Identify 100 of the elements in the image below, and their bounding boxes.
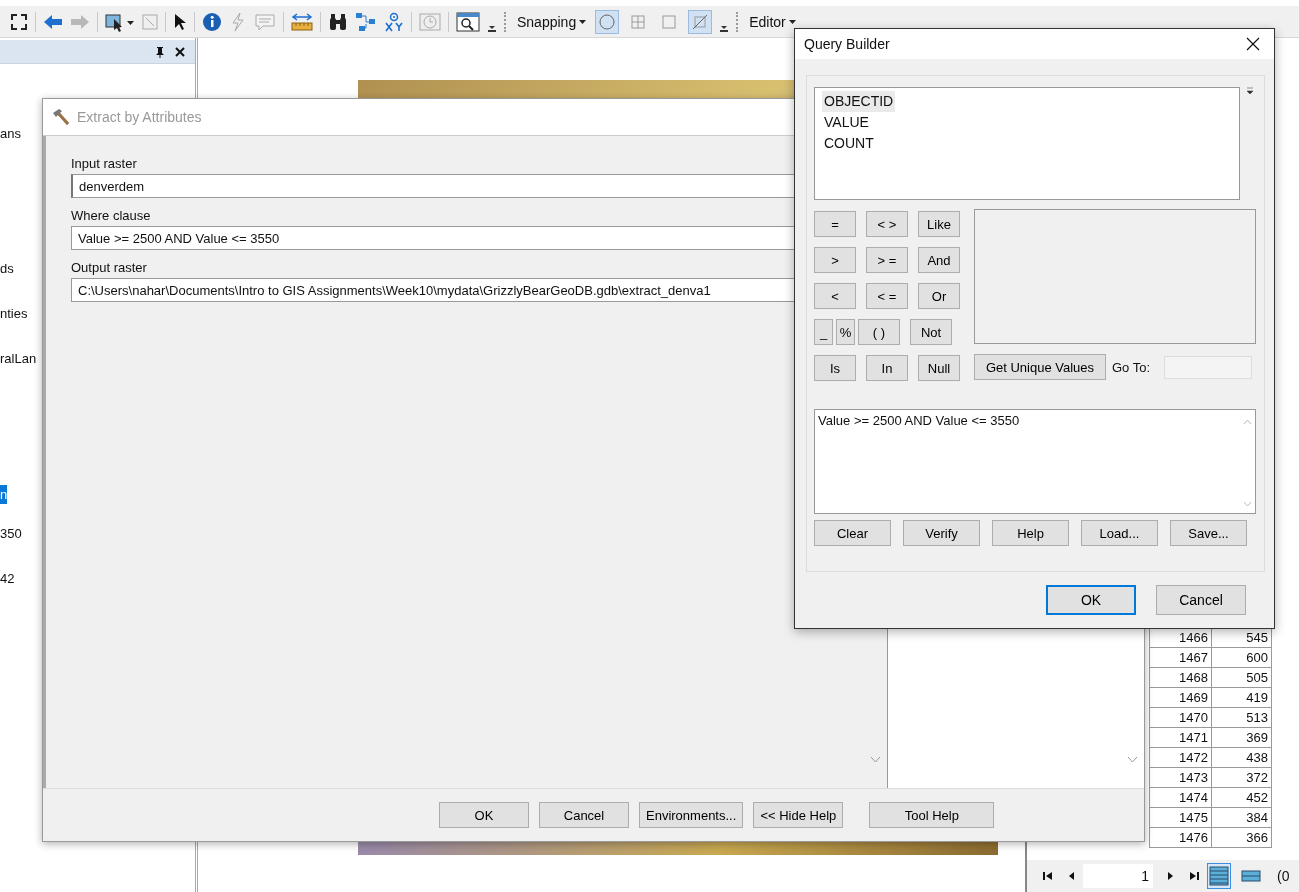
go-to-xy-icon[interactable]	[384, 11, 404, 32]
table-cell: 1470	[1150, 708, 1212, 728]
close-icon[interactable]	[175, 46, 185, 57]
scroll-up-icon	[1242, 419, 1252, 425]
measure-icon[interactable]	[291, 11, 313, 32]
query-action-button[interactable]: Clear	[814, 520, 891, 546]
pin-icon[interactable]	[155, 45, 165, 58]
edge-snap-icon	[691, 12, 710, 31]
operator-button[interactable]: Is	[814, 355, 856, 381]
snapping-dropdown[interactable]: Snapping	[515, 11, 589, 32]
table-cell: 1476	[1150, 828, 1212, 848]
ok-button[interactable]: OK	[1046, 585, 1136, 615]
caret-icon	[788, 19, 796, 24]
last-record-icon[interactable]	[1189, 871, 1199, 881]
field-list-item[interactable]: VALUE	[822, 112, 871, 133]
table-cell: 369	[1212, 728, 1272, 748]
table-cell: 600	[1212, 648, 1272, 668]
table-cell: 438	[1212, 748, 1272, 768]
binoculars-icon[interactable]	[328, 12, 348, 31]
pointer-icon[interactable]	[173, 12, 187, 31]
table-cell: 1475	[1150, 808, 1212, 828]
operator-button[interactable]: ( )	[858, 319, 900, 345]
operator-button[interactable]: < =	[866, 283, 908, 309]
layer-name[interactable]: nties	[0, 305, 28, 322]
query-action-button[interactable]: Verify	[903, 520, 980, 546]
operator-button[interactable]: Like	[918, 211, 960, 237]
select-features-icon[interactable]	[105, 11, 135, 32]
first-record-icon[interactable]	[1043, 871, 1053, 881]
network-icon[interactable]	[355, 11, 377, 32]
table-cell: 366	[1212, 828, 1272, 848]
table-cell: 1471	[1150, 728, 1212, 748]
scroll-down-icon	[870, 756, 881, 763]
dialog-button[interactable]: Cancel	[539, 802, 629, 828]
expression-box[interactable]: Value >= 2500 AND Value <= 3550	[814, 409, 1256, 514]
operator-button[interactable]: >	[814, 247, 856, 273]
operator-button[interactable]: <	[814, 283, 856, 309]
dialog-title: Extract by Attributes	[77, 109, 202, 125]
layer-name[interactable]: ds	[0, 260, 14, 277]
layer-name[interactable]: 42	[0, 570, 15, 587]
field-label: Where clause	[71, 208, 151, 223]
close-icon[interactable]	[1246, 37, 1260, 51]
editor-dropdown[interactable]: Editor	[747, 11, 798, 32]
operator-button[interactable]: =	[814, 211, 856, 237]
table-cell: 1466	[1150, 628, 1212, 648]
field-list-item[interactable]: OBJECTID	[822, 91, 896, 112]
operator-button[interactable]: In	[866, 355, 908, 381]
layer-name[interactable]: 350	[0, 525, 22, 542]
dialog-title: Query Builder	[804, 36, 890, 52]
dialog-button[interactable]: OK	[439, 802, 529, 828]
table-row-icon	[1241, 870, 1261, 882]
table-rows-icon	[1209, 866, 1229, 886]
table-cell: 452	[1212, 788, 1272, 808]
square-snap-icon	[660, 12, 679, 31]
previous-record-icon[interactable]	[1067, 871, 1075, 881]
info-icon[interactable]	[202, 11, 222, 32]
caret-icon	[579, 19, 587, 24]
query-action-button[interactable]: Save...	[1170, 520, 1247, 546]
show-all-records-toggle[interactable]	[1207, 863, 1231, 889]
edge-snap-toggle[interactable]	[688, 9, 713, 34]
layer-name[interactable]: n	[0, 485, 8, 504]
cancel-button[interactable]: Cancel	[1156, 585, 1246, 615]
scroll-down-icon	[1242, 501, 1252, 507]
scroll-down-icon	[1127, 756, 1138, 763]
operator-button[interactable]: %	[836, 319, 855, 345]
zoom-window-icon[interactable]	[456, 11, 480, 32]
dialog-button[interactable]: Environments...	[639, 802, 744, 828]
table-cell: 1468	[1150, 668, 1212, 688]
table-cell: 384	[1212, 808, 1272, 828]
layer-name[interactable]: ans	[0, 125, 21, 142]
table-cell: 419	[1212, 688, 1272, 708]
table-cell: 1469	[1150, 688, 1212, 708]
grid-snap-icon	[629, 12, 648, 31]
full-extent-icon[interactable]	[10, 12, 28, 31]
list-options-icon[interactable]	[1246, 87, 1254, 95]
field-label: Input raster	[71, 156, 137, 171]
table-cell: 513	[1212, 708, 1272, 728]
operator-button[interactable]: < >	[866, 211, 908, 237]
table-cell: 372	[1212, 768, 1272, 788]
tool-help-button[interactable]: Tool Help	[869, 802, 995, 828]
operator-button[interactable]: > =	[866, 247, 908, 273]
query-action-button[interactable]: Load...	[1081, 520, 1158, 546]
back-arrow-icon[interactable]	[43, 13, 63, 30]
operator-button[interactable]: Null	[918, 355, 960, 381]
next-record-icon[interactable]	[1167, 871, 1175, 881]
operator-button[interactable]: Not	[910, 319, 952, 345]
table-cell: 1473	[1150, 768, 1212, 788]
dialog-button[interactable]: << Hide Help	[753, 802, 844, 828]
table-cell: 505	[1212, 668, 1272, 688]
operator-button[interactable]: And	[918, 247, 960, 273]
circle-snap-toggle[interactable]	[595, 9, 620, 34]
record-number-field[interactable]: 1	[1083, 864, 1153, 888]
layer-name[interactable]: ralLan	[0, 350, 37, 367]
get-unique-values-button[interactable]: Get Unique Values	[974, 354, 1106, 380]
operator-button[interactable]: Or	[918, 283, 960, 309]
go-to-label: Go To:	[1112, 359, 1151, 375]
selection-count: (0	[1277, 868, 1290, 884]
table-cell: 1467	[1150, 648, 1212, 668]
field-list-item[interactable]: COUNT	[822, 133, 876, 154]
operator-button[interactable]: _	[814, 319, 833, 345]
query-action-button[interactable]: Help	[992, 520, 1069, 546]
